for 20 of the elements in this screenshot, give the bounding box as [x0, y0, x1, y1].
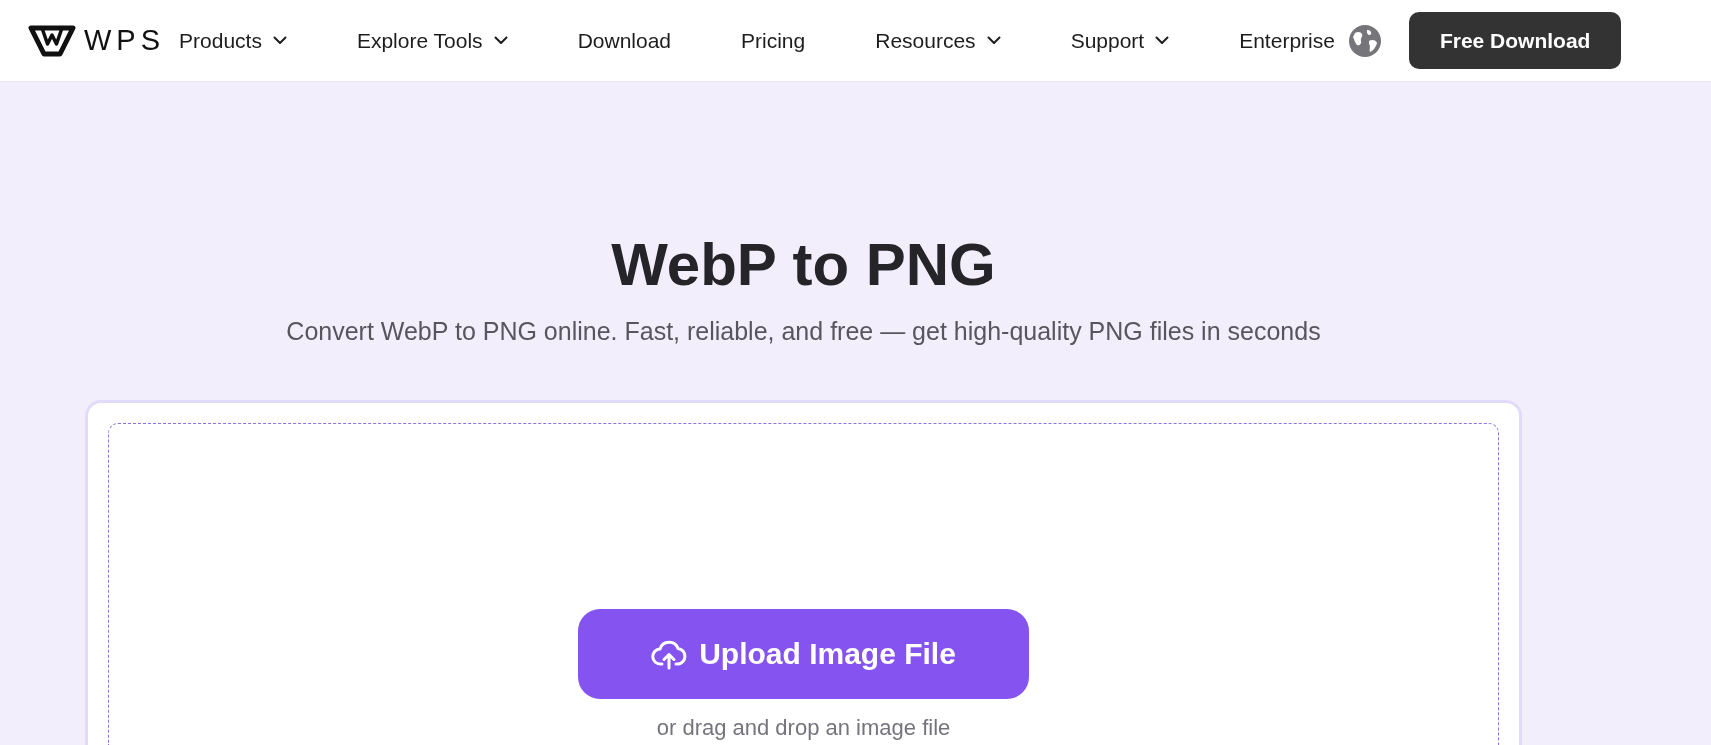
chevron-icon: [493, 36, 508, 45]
chevron-icon: [272, 36, 287, 45]
chevron-icon: [986, 36, 1001, 45]
nav-link[interactable]: Pricing: [741, 28, 806, 53]
globe-icon[interactable]: [1347, 23, 1382, 58]
nav-dropdown[interactable]: Products: [179, 28, 287, 53]
nav-dropdown[interactable]: Resources: [875, 28, 1001, 53]
logo-text[interactable]: WPS: [84, 26, 166, 55]
nav-dropdown[interactable]: Support: [1070, 28, 1170, 53]
upload-button[interactable]: Upload Image File: [578, 609, 1029, 699]
page-title: WebP to PNG: [611, 230, 996, 300]
nav-link[interactable]: Enterprise: [1239, 28, 1335, 53]
drop-hint: or drag and drop an image file: [656, 715, 951, 741]
page-subtitle: Convert WebP to PNG online. Fast, reliable, and free — get high-quality PNG files in seconds: [286, 316, 1321, 347]
download-button[interactable]: Free Download: [1408, 12, 1622, 69]
chevron-icon: [1155, 36, 1170, 45]
drop-zone[interactable]: Upload Image File or drag and drop an image file: [108, 423, 1499, 745]
nav-dropdown[interactable]: Explore Tools: [356, 28, 508, 53]
logo-icon[interactable]: [27, 23, 77, 58]
nav-link[interactable]: Download: [577, 28, 672, 53]
